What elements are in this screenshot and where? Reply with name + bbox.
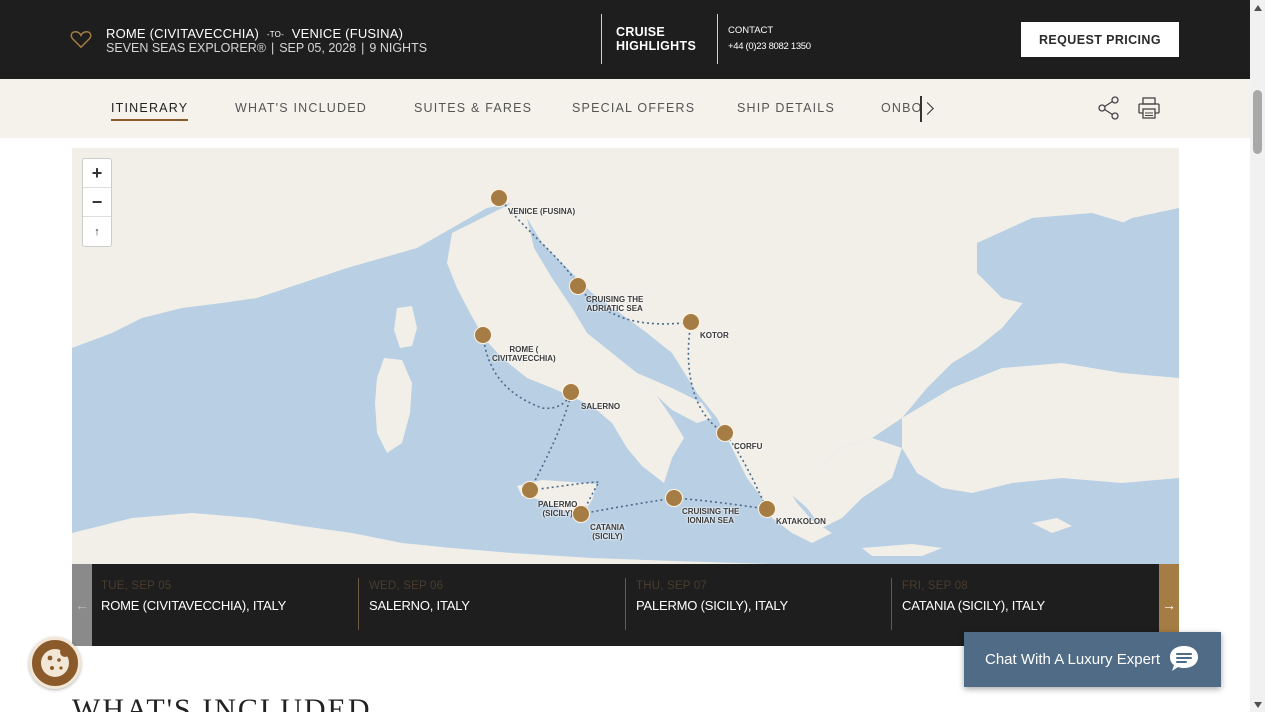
ionian-line2: IONIAN SEA — [687, 516, 734, 525]
zoom-in-button[interactable]: + — [83, 159, 111, 188]
port-marker-kotor[interactable] — [682, 313, 700, 331]
highlights-line2: HIGHLIGHTS — [616, 39, 697, 53]
port-marker-ionian[interactable] — [665, 489, 683, 507]
cruise-highlights-link[interactable]: CRUISE HIGHLIGHTS — [601, 14, 718, 64]
cruise-highlights-label: CRUISE HIGHLIGHTS — [616, 25, 696, 53]
rome-line1: ROME ( — [509, 345, 539, 354]
section-nav: ITINERARY WHAT'S INCLUDED SUITES & FARES… — [0, 79, 1250, 138]
land-turkey — [902, 363, 1179, 493]
route-destination: VENICE (FUSINA) — [291, 26, 404, 41]
print-icon[interactable] — [1137, 96, 1161, 120]
tab-suites-fares[interactable]: SUITES & FARES — [414, 101, 532, 115]
voyage-details: SEVEN SEAS EXPLORER® | SEP 05, 2028 | 9 NIGH… — [106, 41, 427, 55]
tab-onboard[interactable]: ONBOARD — [881, 101, 921, 115]
day-port: CATANIA (SICILY), ITALY — [902, 598, 1046, 613]
map-basemap — [72, 148, 1179, 564]
map-label-kotor: KOTOR — [700, 331, 729, 340]
port-marker-palermo[interactable] — [521, 481, 539, 499]
ionian-line1: CRUISING THE — [682, 507, 740, 516]
map-label-rome: ROME ( CIVITAVECCHIA) — [492, 345, 556, 363]
day-port: SALERNO, ITALY — [369, 598, 470, 613]
nav-next-arrow-icon[interactable] — [920, 96, 936, 122]
page: ROME (CIVITAVECCHIA) -TO- VENICE (FUSINA… — [0, 0, 1265, 712]
land-africa — [72, 513, 772, 564]
share-icon[interactable] — [1098, 96, 1120, 120]
request-pricing-button[interactable]: REQUEST PRICING — [1021, 22, 1179, 57]
route-to-label: -TO- — [266, 30, 284, 40]
day-date: THU, SEP 07 — [636, 580, 708, 592]
day-port: ROME (CIVITAVECCHIA), ITALY — [101, 598, 287, 613]
port-marker-venice[interactable] — [490, 189, 508, 207]
ship-name: SEVEN SEAS EXPLORER® — [106, 41, 266, 55]
port-marker-salerno[interactable] — [562, 383, 580, 401]
chat-label: Chat With A Luxury Expert — [985, 651, 1161, 668]
land-corsica — [394, 306, 417, 348]
separator: | — [270, 41, 275, 55]
scroll-down-arrow-icon[interactable] — [1250, 697, 1265, 712]
page-scrollbar[interactable] — [1250, 0, 1265, 712]
palermo-line1: PALERMO — [538, 500, 578, 509]
day-card[interactable]: FRI, SEP 08 CATANIA (SICILY), ITALY — [891, 578, 1151, 630]
sail-date: SEP 05, 2028 — [279, 41, 357, 55]
tab-special-offers[interactable]: SPECIAL OFFERS — [572, 101, 695, 115]
catania-line1: CATANIA — [590, 523, 625, 532]
land-crete — [862, 544, 942, 556]
highlights-line1: CRUISE — [616, 25, 666, 39]
top-header: ROME (CIVITAVECCHIA) -TO- VENICE (FUSINA… — [0, 0, 1250, 79]
map-label-venice: VENICE (FUSINA) — [508, 207, 576, 216]
port-marker-adriatic[interactable] — [569, 277, 587, 295]
land-sardinia — [375, 358, 412, 453]
day-date: FRI, SEP 08 — [902, 580, 968, 592]
day-port: PALERMO (SICILY), ITALY — [636, 598, 788, 613]
section-title-whats-included: WHAT'S INCLUDED — [72, 693, 372, 712]
heart-icon[interactable] — [70, 29, 92, 49]
tab-itinerary[interactable]: ITINERARY — [111, 101, 189, 121]
rome-line2: CIVITAVECCHIA) — [492, 354, 556, 363]
port-marker-corfu[interactable] — [716, 424, 734, 442]
adriatic-line2: ADRIATIC SEA — [586, 304, 643, 313]
port-marker-catania[interactable] — [572, 505, 590, 523]
map-zoom-controls: + − ↑ — [82, 158, 112, 247]
cookie-icon — [41, 647, 70, 677]
day-card[interactable]: WED, SEP 06 SALERNO, ITALY — [358, 578, 618, 630]
contact-label: CONTACT — [728, 25, 774, 36]
map-label-salerno: SALERNO — [581, 402, 621, 411]
tab-ship-details[interactable]: SHIP DETAILS — [737, 101, 835, 115]
zoom-out-button[interactable]: − — [83, 188, 111, 217]
carousel-prev-arrow-icon[interactable]: ← — [72, 564, 92, 646]
chat-luxury-expert-button[interactable]: Chat With A Luxury Expert — [964, 632, 1221, 687]
tab-whats-included[interactable]: WHAT'S INCLUDED — [235, 101, 367, 115]
day-date: WED, SEP 06 — [369, 580, 444, 592]
adriatic-line1: CRUISING THE — [586, 295, 644, 304]
port-marker-rome[interactable] — [474, 326, 492, 344]
map-label-adriatic: CRUISING THE ADRIATIC SEA — [586, 295, 643, 313]
cookie-settings-button[interactable] — [29, 637, 81, 689]
itinerary-map[interactable]: + − ↑ VENICE (FUSINA) CRUISING THE ADRIA… — [72, 148, 1179, 564]
map-label-katakolon: KATAKOLON — [776, 517, 826, 526]
map-label-corfu: CORFU — [734, 442, 763, 451]
day-card[interactable]: THU, SEP 07 PALERMO (SICILY), ITALY — [625, 578, 885, 630]
map-label-ionian: CRUISING THE IONIAN SEA — [682, 507, 739, 525]
route-title: ROME (CIVITAVECCHIA) -TO- VENICE (FUSINA… — [106, 26, 403, 41]
contact-phone-link[interactable]: +44 (0)23 8082 1350 — [728, 41, 811, 52]
map-label-catania: CATANIA (SICILY) — [590, 523, 625, 541]
port-marker-katakolon[interactable] — [758, 500, 776, 518]
scroll-up-arrow-icon[interactable] — [1250, 0, 1265, 15]
day-card[interactable]: TUE, SEP 05 ROME (CIVITAVECCHIA), ITALY — [101, 578, 351, 630]
chat-bubble-icon — [1170, 646, 1198, 671]
reset-north-button[interactable]: ↑ — [83, 217, 111, 246]
nights-count: 9 NIGHTS — [369, 41, 428, 55]
separator: | — [361, 41, 365, 55]
route-origin: ROME (CIVITAVECCHIA) — [106, 26, 260, 41]
scroll-thumb[interactable] — [1253, 90, 1262, 154]
day-date: TUE, SEP 05 — [101, 580, 172, 592]
land-cyprus — [1032, 518, 1072, 533]
catania-line2: (SICILY) — [592, 532, 623, 541]
